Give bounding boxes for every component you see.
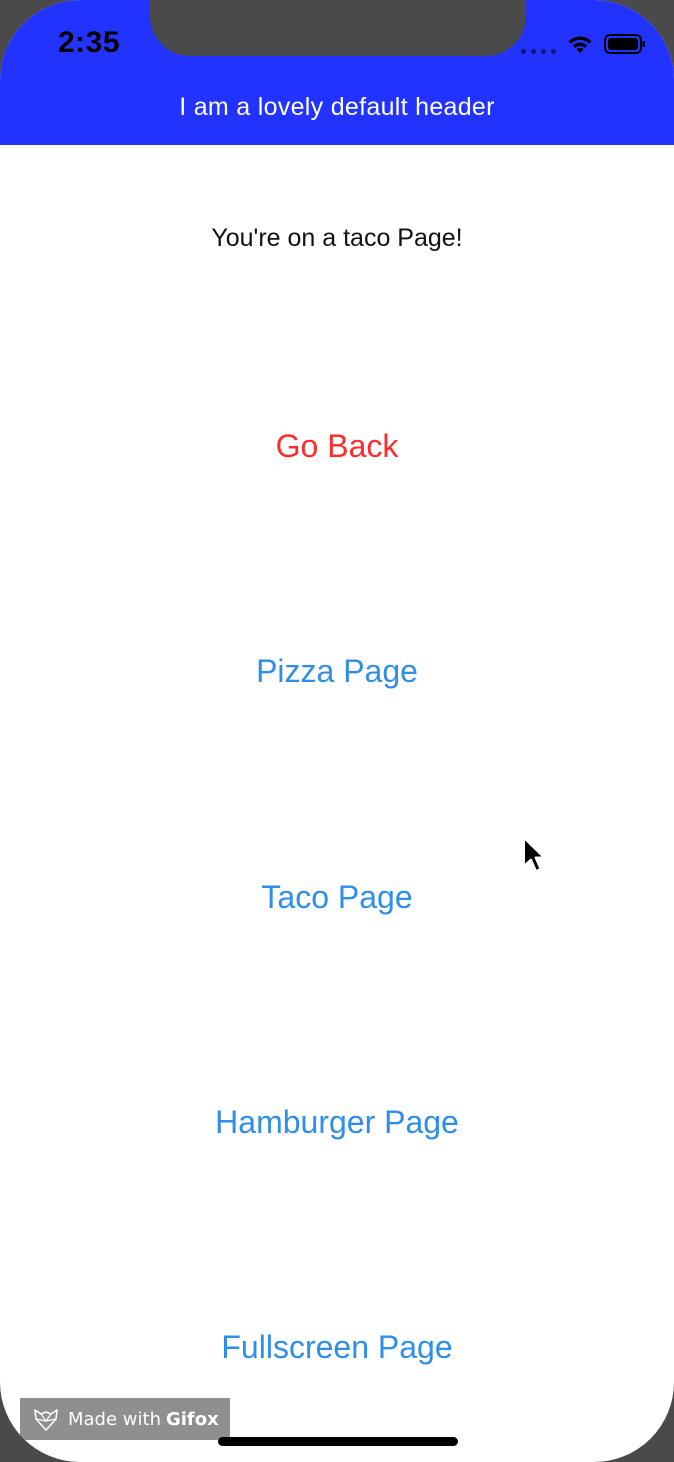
- page-message: You're on a taco Page!: [211, 224, 463, 252]
- gifox-watermark: Made with Gifox: [20, 1398, 230, 1440]
- header-bar: 2:35 I am a lovely default header: [0, 0, 674, 145]
- status-icons: [521, 30, 646, 58]
- go-back-button[interactable]: Go Back: [0, 428, 674, 465]
- hamburger-page-button[interactable]: Hamburger Page: [0, 1104, 674, 1141]
- header-title: I am a lovely default header: [179, 93, 495, 121]
- device-notch: [150, 0, 526, 56]
- status-time: 2:35: [58, 26, 121, 59]
- pizza-page-button[interactable]: Pizza Page: [0, 653, 674, 690]
- mouse-cursor-icon: [523, 837, 545, 872]
- taco-page-button[interactable]: Taco Page: [0, 879, 674, 916]
- battery-icon: [604, 34, 645, 54]
- wifi-icon: [568, 36, 592, 53]
- gifox-logo-icon: [34, 1409, 58, 1431]
- watermark-prefix: Made with: [68, 1408, 161, 1430]
- phone-screen: 2:35 I am a lovely default header You're…: [0, 0, 674, 1462]
- watermark-brand: Gifox: [165, 1408, 219, 1430]
- signal-dots-icon: [521, 34, 556, 54]
- fullscreen-page-button[interactable]: Fullscreen Page: [0, 1329, 674, 1366]
- home-indicator[interactable]: [218, 1437, 458, 1446]
